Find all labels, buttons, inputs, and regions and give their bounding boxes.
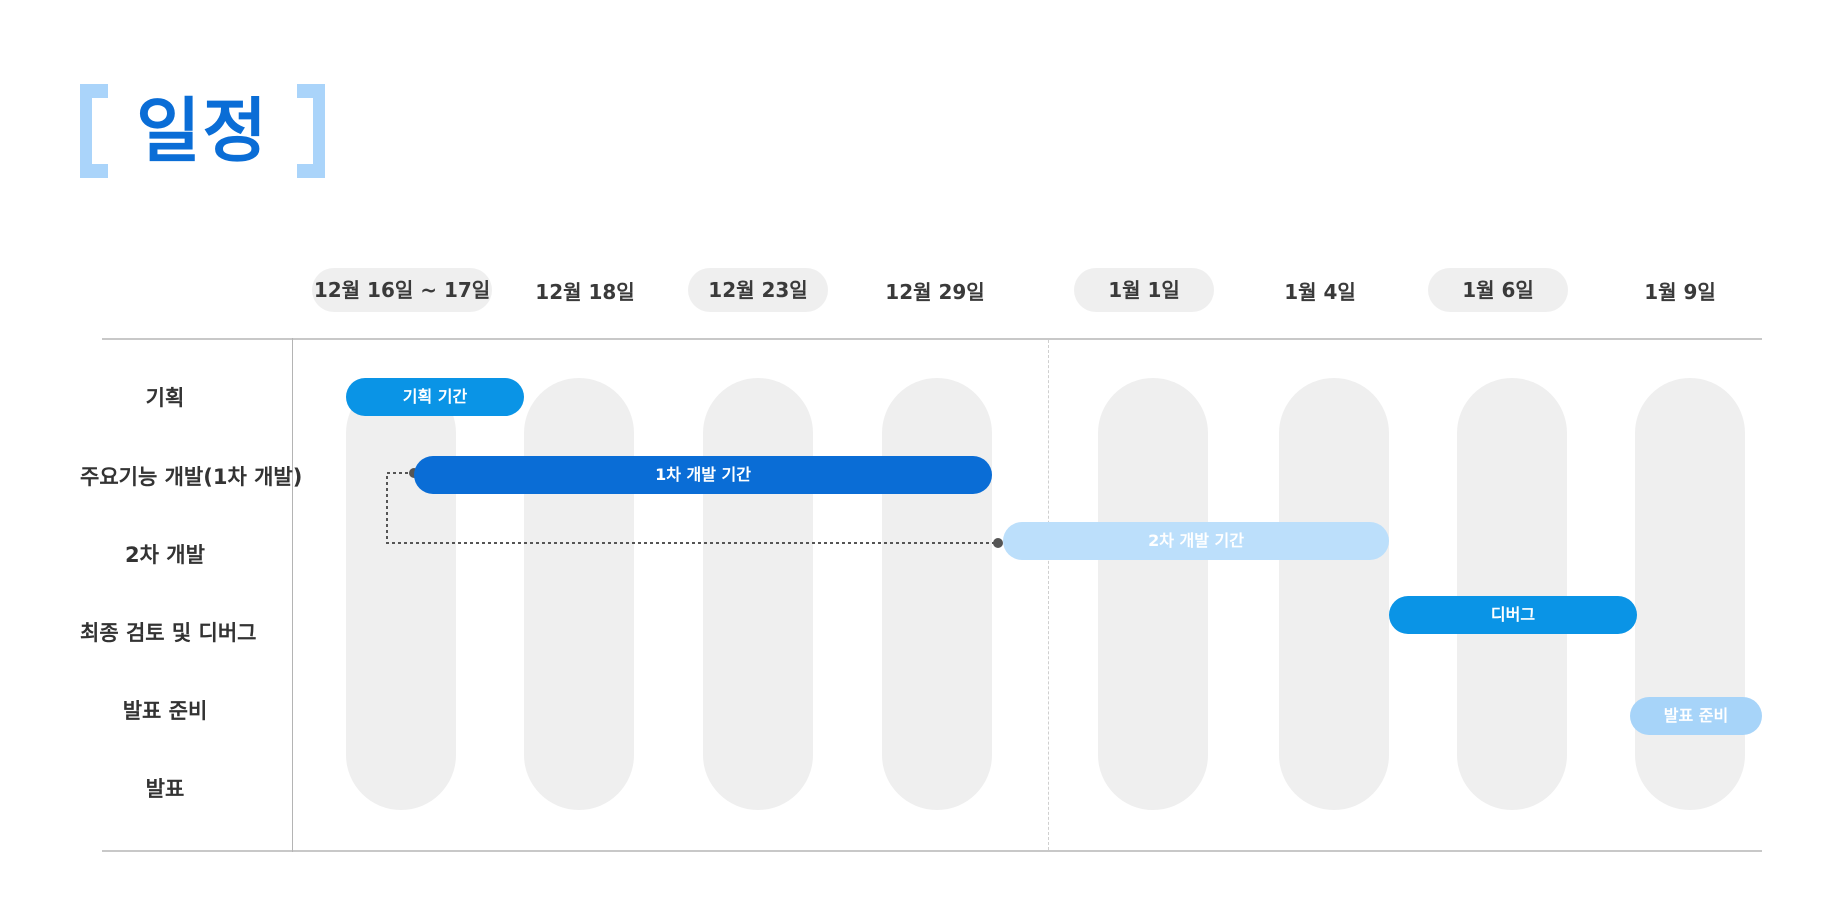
bar-planning: 기획 기간	[346, 378, 524, 416]
dependency-connector	[386, 468, 1003, 548]
bar-presentation-prep: 발표 준비	[1630, 697, 1762, 735]
bar-dev1: 1차 개발 기간	[414, 456, 992, 494]
bar-dev2: 2차 개발 기간	[1003, 522, 1389, 560]
bar-debug: 디버그	[1389, 596, 1637, 634]
